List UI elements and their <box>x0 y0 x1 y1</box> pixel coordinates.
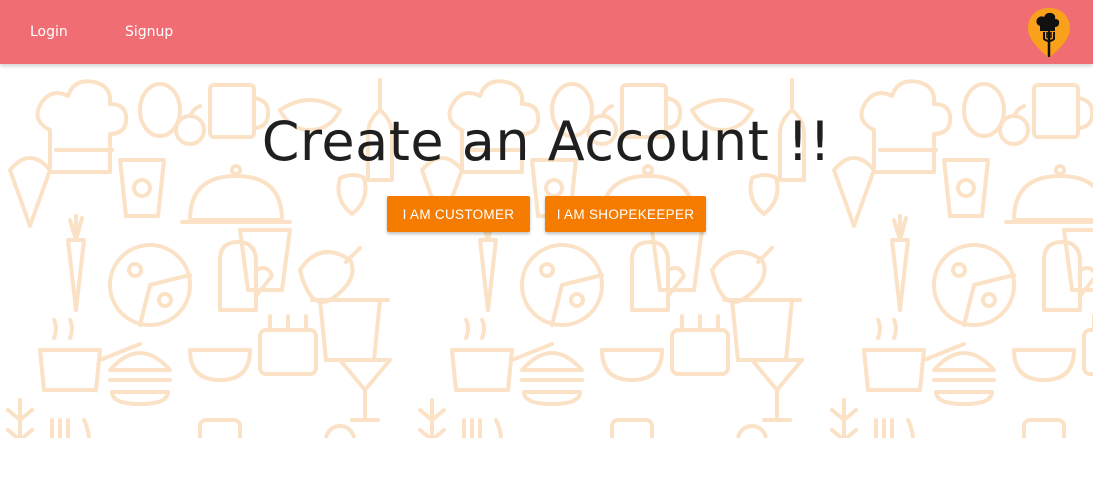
main-content: Create an Account !! I AM CUSTOMER I AM … <box>0 64 1093 502</box>
login-link[interactable]: Login <box>30 0 68 64</box>
shopkeeper-button[interactable]: I AM SHOPEKEEPER <box>545 196 706 232</box>
page-title: Create an Account !! <box>261 110 832 173</box>
signup-link[interactable]: Signup <box>125 0 173 64</box>
chef-hat-fork-pin-icon[interactable] <box>1026 6 1072 60</box>
top-navbar: Login Signup <box>0 0 1093 64</box>
customer-button[interactable]: I AM CUSTOMER <box>387 196 530 232</box>
